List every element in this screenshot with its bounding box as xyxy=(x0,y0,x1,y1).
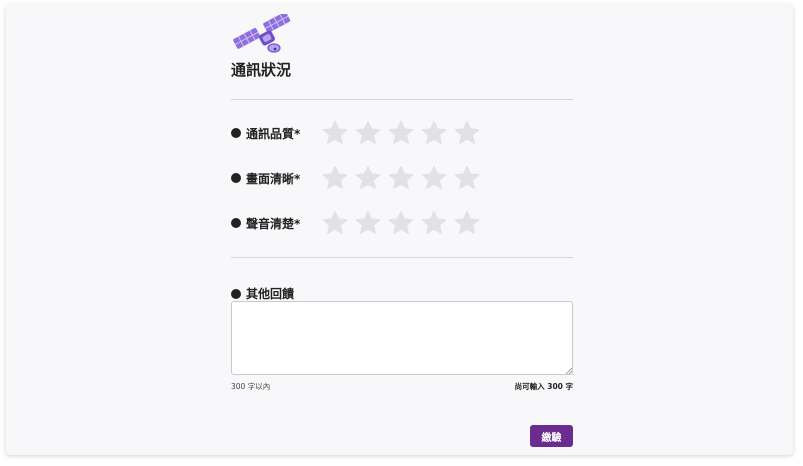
star-icon[interactable] xyxy=(388,210,414,236)
star-rating xyxy=(322,120,480,146)
rating-label: 畫面清晰* xyxy=(246,171,301,186)
star-icon[interactable] xyxy=(454,210,480,236)
resize-handle-icon[interactable] xyxy=(565,367,573,375)
survey-card: 通訊狀況 通訊品質* 畫面清晰* 聲音清楚* 其他回饋 300 字以內 尚可輸入… xyxy=(6,5,793,455)
star-icon[interactable] xyxy=(388,120,414,146)
rating-label: 聲音清楚* xyxy=(246,216,301,231)
star-icon[interactable] xyxy=(355,165,381,191)
submit-button[interactable]: 繳驗 xyxy=(530,425,573,447)
rating-row-audio-clarity: 聲音清楚* xyxy=(231,209,573,237)
char-limit-hint: 300 字以內 xyxy=(231,382,271,391)
rating-row-call-quality: 通訊品質* xyxy=(231,119,573,147)
survey-content: 通訊狀況 通訊品質* 畫面清晰* 聲音清楚* 其他回饋 300 字以內 尚可輸入… xyxy=(231,5,573,455)
rating-row-video-clarity: 畫面清晰* xyxy=(231,164,573,192)
star-icon[interactable] xyxy=(355,210,381,236)
star-icon[interactable] xyxy=(388,165,414,191)
star-rating xyxy=(322,210,480,236)
star-icon[interactable] xyxy=(421,210,447,236)
star-icon[interactable] xyxy=(421,120,447,146)
star-icon[interactable] xyxy=(322,165,348,191)
star-icon[interactable] xyxy=(355,120,381,146)
middle-divider xyxy=(231,257,573,258)
star-icon[interactable] xyxy=(421,165,447,191)
page-title: 通訊狀況 xyxy=(231,61,292,79)
star-rating xyxy=(322,165,480,191)
top-divider xyxy=(231,99,573,100)
rating-label: 通訊品質* xyxy=(246,126,301,141)
satellite-icon xyxy=(233,14,291,53)
star-icon[interactable] xyxy=(454,120,480,146)
char-remaining-hint: 尚可輸入 300 字 xyxy=(514,382,573,391)
bullet-icon xyxy=(231,173,241,183)
feedback-label: 其他回饋 xyxy=(246,287,295,301)
bullet-icon xyxy=(231,218,241,228)
star-icon[interactable] xyxy=(322,120,348,146)
star-icon[interactable] xyxy=(454,165,480,191)
bullet-icon xyxy=(231,128,241,138)
feedback-label-row: 其他回饋 xyxy=(231,285,294,302)
bullet-icon xyxy=(231,288,241,299)
feedback-textarea[interactable] xyxy=(231,301,573,375)
star-icon[interactable] xyxy=(322,210,348,236)
